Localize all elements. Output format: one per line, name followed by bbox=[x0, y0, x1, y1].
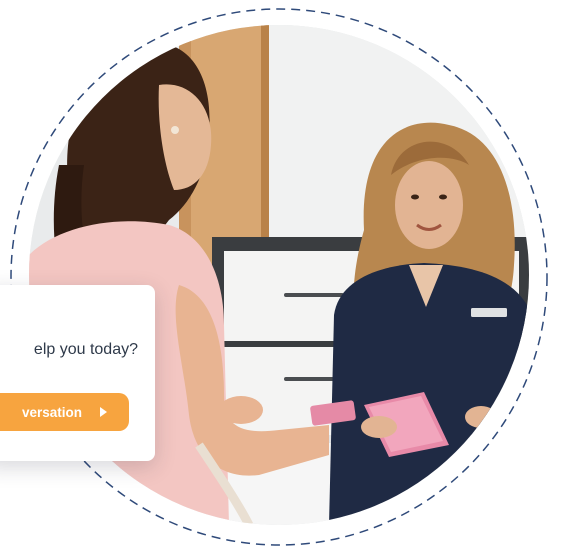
hero-stage: elp you today? versation bbox=[0, 0, 564, 548]
chat-question-text: elp you today? bbox=[33, 341, 138, 358]
chat-widget-card: elp you today? versation bbox=[0, 285, 155, 461]
start-conversation-button[interactable]: versation bbox=[0, 393, 129, 431]
play-icon bbox=[100, 407, 107, 417]
start-conversation-label: versation bbox=[21, 404, 82, 420]
